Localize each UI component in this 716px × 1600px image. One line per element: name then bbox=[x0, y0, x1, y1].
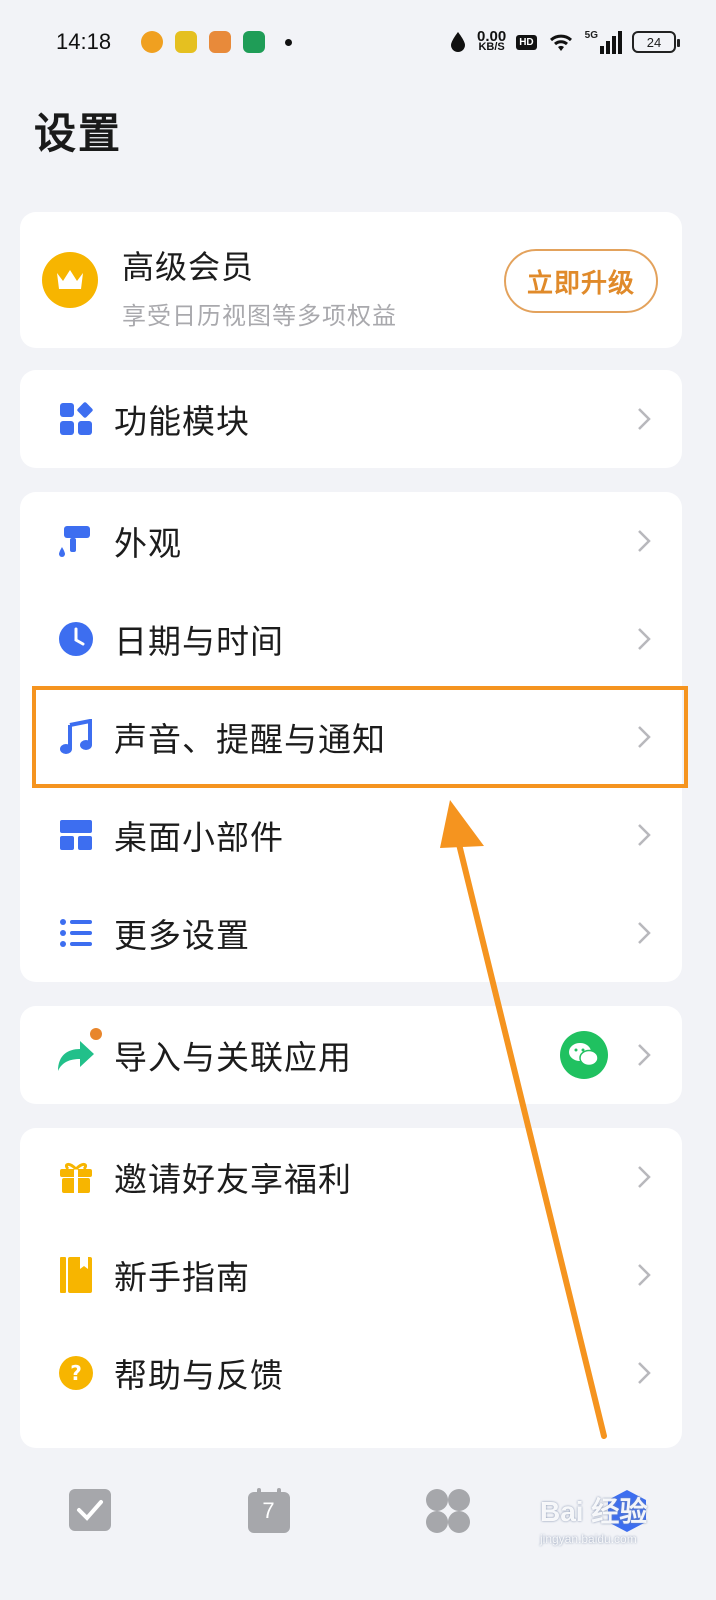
settings-item-label: 帮助与反馈 bbox=[114, 1356, 284, 1395]
settings-item-label: 功能模块 bbox=[114, 402, 250, 441]
vip-subtitle: 享受日历视图等多项权益 bbox=[122, 302, 397, 330]
settings-item-widget[interactable]: 桌面小部件 bbox=[20, 786, 682, 884]
clover-grid-tab-icon bbox=[425, 1489, 470, 1533]
chevron-right-icon bbox=[634, 1358, 654, 1388]
wifi-icon bbox=[549, 34, 572, 51]
import-card: 导入与关联应用 bbox=[20, 1006, 682, 1104]
vip-card[interactable]: 高级会员 享受日历视图等多项权益 立即升级 bbox=[20, 212, 682, 348]
chevron-right-icon bbox=[634, 1260, 654, 1290]
wechat-icon bbox=[560, 1031, 608, 1079]
new-badge-dot bbox=[90, 1028, 102, 1040]
watermark: Bai 经验 jingyan.baidu.com bbox=[540, 1490, 710, 1590]
settings-item-datetime[interactable]: 日期与时间 bbox=[20, 590, 682, 688]
settings-item-modules[interactable]: 功能模块 bbox=[20, 370, 682, 468]
book-icon bbox=[54, 1253, 98, 1297]
settings-item-label: 日期与时间 bbox=[114, 622, 284, 661]
data-saver-icon bbox=[451, 32, 465, 52]
app-notification-icon bbox=[141, 31, 164, 53]
chevron-right-icon bbox=[634, 722, 654, 752]
settings-item-guide[interactable]: 新手指南 bbox=[20, 1226, 682, 1324]
crown-icon bbox=[42, 252, 98, 308]
settings-item-label: 导入与关联应用 bbox=[114, 1038, 352, 1077]
status-app-icons bbox=[141, 31, 293, 53]
modules-card: 功能模块 bbox=[20, 370, 682, 468]
widget-layout-icon bbox=[54, 813, 98, 857]
settings-item-label: 外观 bbox=[114, 524, 182, 563]
display-settings-card: 外观 日期与时间 声音、提醒与通知 桌面小部件 更多设置 bbox=[20, 492, 682, 982]
tab-calendar[interactable]: 7 bbox=[224, 1488, 314, 1534]
settings-item-label: 新手指南 bbox=[114, 1258, 250, 1297]
calendar-tab-icon: 7 bbox=[247, 1488, 291, 1534]
paint-roller-icon bbox=[54, 519, 98, 563]
music-note-icon bbox=[54, 715, 98, 759]
app-notification-icon bbox=[209, 31, 232, 53]
chevron-right-icon bbox=[634, 526, 654, 556]
tab-apps[interactable] bbox=[403, 1488, 493, 1534]
more-notifications-dot bbox=[285, 38, 293, 46]
chevron-right-icon bbox=[634, 1162, 654, 1192]
settings-item-import[interactable]: 导入与关联应用 bbox=[20, 1006, 682, 1104]
battery-indicator: 24 bbox=[632, 31, 680, 53]
app-notification-icon bbox=[243, 31, 266, 53]
watermark-sub: jingyan.baidu.com bbox=[540, 1532, 637, 1546]
checkbox-tab-icon bbox=[68, 1489, 111, 1531]
status-time: 14:18 bbox=[56, 29, 112, 54]
status-bar: 14:18 0.00 KB/S HD 5G 24 bbox=[0, 0, 716, 84]
share-arrow-icon bbox=[54, 1033, 98, 1077]
calendar-day: 7 bbox=[262, 1498, 275, 1523]
upgrade-button[interactable]: 立即升级 bbox=[504, 249, 658, 313]
list-settings-icon bbox=[54, 911, 98, 955]
misc-card: 邀请好友享福利 新手指南 ? 帮助与反馈 bbox=[20, 1128, 682, 1448]
settings-item-sound[interactable]: 声音、提醒与通知 bbox=[20, 688, 682, 786]
net-speed: 0.00 KB/S bbox=[477, 28, 507, 53]
settings-item-label: 更多设置 bbox=[114, 916, 250, 955]
chevron-right-icon bbox=[634, 624, 654, 654]
watermark-main: Bai 经验 bbox=[540, 1496, 648, 1527]
vip-title: 高级会员 bbox=[122, 248, 255, 286]
svg-text:?: ? bbox=[70, 1361, 82, 1385]
settings-item-help[interactable]: ? 帮助与反馈 bbox=[20, 1324, 682, 1422]
settings-item-label: 声音、提醒与通知 bbox=[114, 720, 386, 759]
settings-item-appearance[interactable]: 外观 bbox=[20, 492, 682, 590]
page-title: 设置 bbox=[34, 109, 123, 158]
settings-item-invite[interactable]: 邀请好友享福利 bbox=[20, 1128, 682, 1226]
gift-icon bbox=[54, 1155, 98, 1199]
chevron-right-icon bbox=[634, 1040, 654, 1070]
hd-badge: HD bbox=[516, 34, 537, 50]
chevron-right-icon bbox=[634, 820, 654, 850]
settings-item-more[interactable]: 更多设置 bbox=[20, 884, 682, 982]
tab-tasks[interactable] bbox=[45, 1488, 135, 1532]
settings-item-label: 桌面小部件 bbox=[114, 818, 284, 857]
help-question-icon: ? bbox=[54, 1351, 98, 1395]
chevron-right-icon bbox=[634, 404, 654, 434]
chevron-right-icon bbox=[634, 918, 654, 948]
cellular-signal-icon: 5G bbox=[585, 30, 622, 54]
modules-grid-icon bbox=[54, 397, 98, 441]
settings-item-label: 邀请好友享福利 bbox=[114, 1160, 352, 1199]
clock-icon bbox=[54, 617, 98, 661]
app-notification-icon bbox=[175, 31, 198, 53]
